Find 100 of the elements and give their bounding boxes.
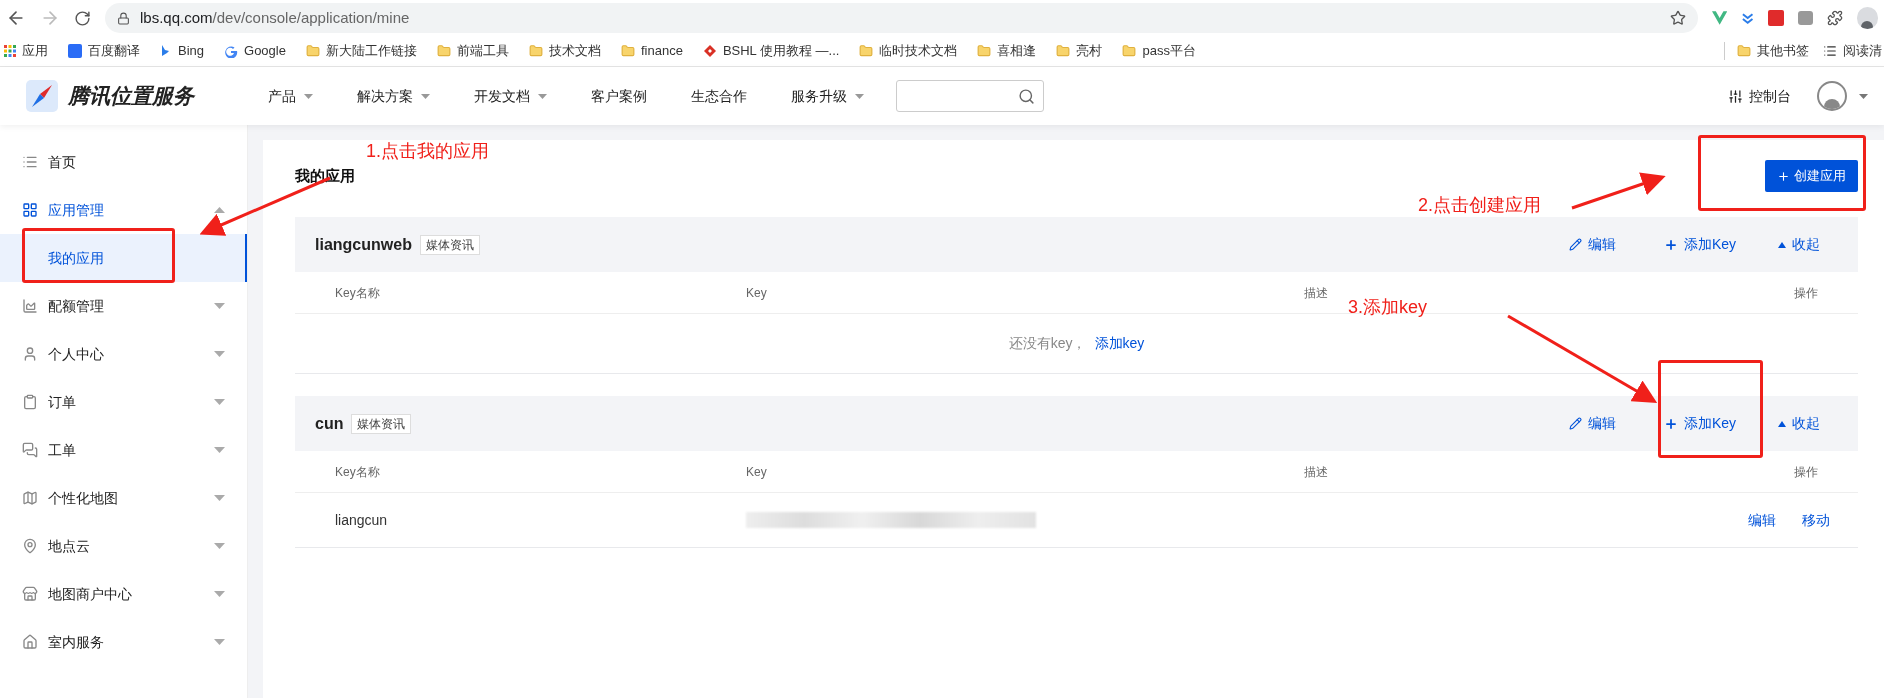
sidebar-subitem[interactable]: 我的应用 <box>0 234 247 282</box>
sidebar-item[interactable]: 个性化地图 <box>0 474 247 522</box>
column-header: Key名称 <box>335 463 381 481</box>
nav-link[interactable]: 解决方案 <box>357 85 430 107</box>
sidebar-item[interactable]: 应用管理 <box>0 186 247 234</box>
clipboard-icon <box>22 394 38 410</box>
reading-list-button[interactable]: 阅读清 <box>1823 41 1884 61</box>
column-header: 描述 <box>1304 463 1329 481</box>
bookmark[interactable]: 亮村 <box>1056 41 1103 61</box>
nav-link[interactable]: 开发文档 <box>474 85 547 107</box>
sidebar-item[interactable]: 室内服务 <box>0 618 247 666</box>
brand-name: 腾讯位置服务 <box>68 83 194 110</box>
bookmark[interactable]: pass平台 <box>1122 41 1196 61</box>
g-logo-icon <box>224 44 239 58</box>
create-app-button[interactable]: 创建应用 <box>1765 160 1858 192</box>
puzzle-icon[interactable] <box>1826 10 1843 26</box>
edit-link[interactable]: 编辑 <box>1569 234 1664 255</box>
bookmark[interactable]: BSHL 使用教程 —... <box>702 41 840 61</box>
folder-icon <box>1122 44 1137 58</box>
column-header: 描述 <box>1304 284 1329 302</box>
caret-up-icon <box>214 207 225 213</box>
bookmark[interactable]: 临时技术文档 <box>859 41 958 61</box>
app-tag: 媒体资讯 <box>351 413 412 434</box>
caret-down-icon <box>855 93 864 99</box>
sidebar-item[interactable]: 地图商户中心 <box>0 570 247 618</box>
caret-down-icon <box>214 495 225 501</box>
add-key-link[interactable]: 添加Key <box>1664 413 1778 434</box>
row-action-link[interactable]: 移动 <box>1802 509 1830 531</box>
sidebar-item[interactable]: 地点云 <box>0 522 247 570</box>
star-icon <box>1669 10 1686 26</box>
bookmark[interactable]: 其他书签 <box>1737 41 1809 61</box>
caret-down-icon <box>214 639 225 645</box>
caret-down-icon[interactable] <box>1859 93 1868 99</box>
caret-down-icon <box>538 93 547 99</box>
user-avatar[interactable] <box>1817 81 1847 111</box>
folder-icon <box>528 44 543 58</box>
nav-link[interactable]: 客户案例 <box>591 85 647 107</box>
chat-icon <box>22 442 38 458</box>
list-icon <box>22 154 38 170</box>
bookmark[interactable]: 新大陆工作链接 <box>305 41 417 61</box>
sidebar-item[interactable]: 首页 <box>0 138 247 186</box>
map-icon <box>22 490 38 506</box>
app-name: liangcunweb <box>315 234 412 255</box>
folder-icon <box>305 44 320 58</box>
bookmark[interactable]: finance <box>620 41 683 61</box>
bookmark[interactable]: 百度翻译 <box>68 41 140 61</box>
lock-icon <box>117 11 130 25</box>
nav-link[interactable]: 产品 <box>268 85 313 107</box>
grid-icon <box>22 202 38 218</box>
folder-icon <box>1056 44 1071 58</box>
plus-icon <box>1664 237 1678 252</box>
empty-message: 还没有key， <box>1008 334 1087 353</box>
collapse-link[interactable]: 收起 <box>1778 234 1838 255</box>
pencil-icon <box>1569 417 1582 430</box>
add-key-link[interactable]: 添加key <box>1094 333 1145 354</box>
nav-link[interactable]: 生态合作 <box>691 85 747 107</box>
column-header: 操作 <box>1794 284 1818 302</box>
extension-icon[interactable] <box>1797 11 1813 25</box>
search-field[interactable] <box>896 80 1044 112</box>
annotation-text: 2.点击创建应用 <box>1418 194 1541 217</box>
chart-icon <box>22 298 38 314</box>
profile-avatar[interactable] <box>1856 7 1878 29</box>
app-name: cun <box>315 413 344 434</box>
app-tag: 媒体资讯 <box>419 234 480 255</box>
add-key-link[interactable]: 添加Key <box>1664 234 1778 255</box>
sidebar-item[interactable]: 配额管理 <box>0 282 247 330</box>
caret-up-icon <box>1778 241 1786 248</box>
console-link[interactable]: 控制台 <box>1728 85 1791 107</box>
bookmark[interactable]: 应用 <box>4 41 48 61</box>
bookmark[interactable]: Google <box>224 41 286 61</box>
sidebar-item[interactable]: 订单 <box>0 378 247 426</box>
folder-icon <box>977 44 992 58</box>
house-icon <box>22 634 38 650</box>
reload-icon[interactable] <box>74 9 91 27</box>
v-logo-icon[interactable] <box>1711 11 1728 25</box>
column-header: Key名称 <box>335 284 381 302</box>
caret-up-icon <box>1778 420 1786 427</box>
bookmark[interactable]: 喜相逢 <box>977 41 1037 61</box>
bookmark[interactable]: 技术文档 <box>528 41 601 61</box>
compass-logo-icon <box>26 80 58 112</box>
edit-link[interactable]: 编辑 <box>1569 413 1664 434</box>
column-header: Key <box>746 463 768 481</box>
annotation-text: 1.点击我的应用 <box>366 140 489 163</box>
apps-grid-icon <box>4 45 16 57</box>
list-icon <box>1823 44 1837 58</box>
collapse-link[interactable]: 收起 <box>1778 413 1838 434</box>
chevrons-icon[interactable] <box>1741 11 1755 25</box>
address-bar[interactable]: lbs.qq.com/dev/console/application/mine <box>105 3 1698 33</box>
folder-icon <box>620 44 635 58</box>
bookmark[interactable]: Bing <box>160 41 205 61</box>
caret-down-icon <box>214 351 225 357</box>
caret-down-icon <box>421 93 430 99</box>
row-action-link[interactable]: 编辑 <box>1748 509 1776 531</box>
column-header: Key <box>746 284 768 302</box>
sidebar-item[interactable]: 工单 <box>0 426 247 474</box>
bookmark[interactable]: 前端工具 <box>436 41 509 61</box>
sidebar-item[interactable]: 个人中心 <box>0 330 247 378</box>
column-header: 操作 <box>1794 463 1818 481</box>
caret-down-icon <box>214 591 225 597</box>
nav-link[interactable]: 服务升级 <box>791 85 864 107</box>
